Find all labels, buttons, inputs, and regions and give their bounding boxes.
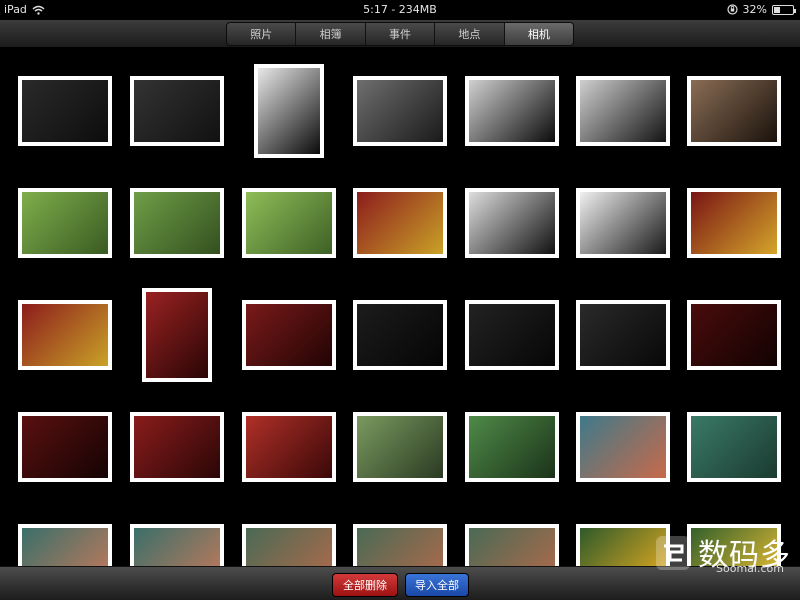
tab-3[interactable]: 地点 (435, 23, 505, 45)
photo-image (22, 304, 108, 366)
photo-image (357, 80, 443, 142)
import-all-button[interactable]: 导入全部 (405, 573, 469, 597)
photo-thumbnail[interactable] (687, 76, 781, 146)
photo-thumbnail[interactable] (18, 412, 112, 482)
photo-image (246, 416, 332, 478)
tab-1[interactable]: 相簿 (296, 23, 366, 45)
photo-image (469, 80, 555, 142)
photo-image (357, 192, 443, 254)
watermark-logo-icon (656, 536, 690, 570)
photo-thumbnail[interactable] (465, 412, 559, 482)
photo-image (469, 304, 555, 366)
photo-thumbnail[interactable] (18, 76, 112, 146)
photo-thumbnail[interactable] (130, 188, 224, 258)
photo-thumbnail[interactable] (353, 524, 447, 567)
photo-thumbnail[interactable] (576, 300, 670, 370)
delete-all-button[interactable]: 全部删除 (332, 573, 398, 597)
photo-image (580, 192, 666, 254)
photo-image (469, 192, 555, 254)
watermark-sub: Soomal.com (716, 562, 784, 575)
photo-image (580, 416, 666, 478)
photo-thumbnail[interactable] (242, 300, 336, 370)
photo-thumbnail[interactable] (687, 300, 781, 370)
photo-image (469, 416, 555, 478)
status-bar: iPad 5:17 - 234MB 32% (0, 0, 800, 20)
photo-image (134, 80, 220, 142)
status-right: 32% (726, 3, 796, 16)
photo-image (134, 528, 220, 567)
photo-thumbnail[interactable] (576, 188, 670, 258)
tab-4[interactable]: 相机 (504, 23, 573, 45)
photo-thumbnail[interactable] (576, 412, 670, 482)
view-segmented-control: 照片 相簿 事件 地点 相机 (226, 22, 574, 46)
watermark: 数码多 Soomal.com (650, 528, 800, 580)
photo-thumbnail[interactable] (353, 412, 447, 482)
photo-thumbnail[interactable] (142, 288, 212, 382)
photo-thumbnail[interactable] (242, 524, 336, 567)
photo-image (134, 192, 220, 254)
status-time: 5:17 - 234MB (363, 3, 437, 16)
photo-thumbnail[interactable] (130, 76, 224, 146)
photo-thumbnail[interactable] (18, 300, 112, 370)
tab-0[interactable]: 照片 (227, 23, 297, 45)
photo-image (22, 528, 108, 567)
photo-image (22, 80, 108, 142)
photo-thumbnail[interactable] (465, 188, 559, 258)
photo-thumbnail[interactable] (353, 300, 447, 370)
photo-image (691, 192, 777, 254)
photo-image (246, 192, 332, 254)
photo-thumbnail[interactable] (242, 188, 336, 258)
battery-fill (774, 6, 780, 13)
photo-image (691, 304, 777, 366)
photo-image (22, 192, 108, 254)
tab-2[interactable]: 事件 (366, 23, 436, 45)
photo-thumbnail[interactable] (18, 524, 112, 567)
photo-image (246, 304, 332, 366)
photo-thumbnail[interactable] (254, 64, 324, 158)
photo-thumbnail[interactable] (687, 188, 781, 258)
photo-image (357, 528, 443, 567)
photo-grid[interactable] (0, 49, 800, 567)
photo-image (357, 304, 443, 366)
photo-image (22, 416, 108, 478)
photo-thumbnail[interactable] (687, 412, 781, 482)
photo-image (246, 528, 332, 567)
photo-image (357, 416, 443, 478)
photo-image (691, 80, 777, 142)
photo-thumbnail[interactable] (465, 76, 559, 146)
photo-thumbnail[interactable] (576, 76, 670, 146)
photo-thumbnail[interactable] (242, 412, 336, 482)
photo-image (134, 416, 220, 478)
photo-image (580, 80, 666, 142)
photo-thumbnail[interactable] (465, 300, 559, 370)
photo-image (691, 416, 777, 478)
nav-bar: 照片 相簿 事件 地点 相机 (0, 20, 800, 48)
photo-thumbnail[interactable] (130, 412, 224, 482)
photo-thumbnail[interactable] (130, 524, 224, 567)
photo-thumbnail[interactable] (18, 188, 112, 258)
photo-image (146, 292, 208, 378)
battery-percent: 32% (742, 3, 767, 16)
photo-thumbnail[interactable] (353, 188, 447, 258)
photo-thumbnail[interactable] (465, 524, 559, 567)
photo-image (580, 304, 666, 366)
battery-icon (772, 4, 796, 15)
orientation-lock-icon (726, 4, 738, 15)
photo-thumbnail[interactable] (353, 76, 447, 146)
photo-image (469, 528, 555, 567)
photo-image (258, 68, 320, 154)
